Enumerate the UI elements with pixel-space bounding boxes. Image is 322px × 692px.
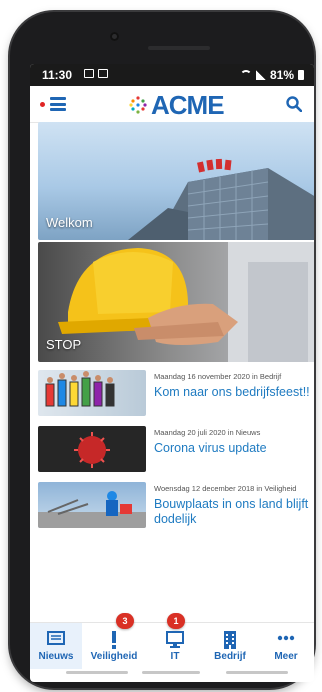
- virus-thumbnail: [38, 426, 146, 472]
- news-item[interactable]: Maandag 16 november 2020 in Bedrijf Kom …: [38, 370, 314, 420]
- logo-dots-icon: [129, 96, 147, 114]
- hero-title-stop: STOP: [46, 337, 82, 352]
- tab-label: Bedrijf: [214, 651, 246, 662]
- tab-nieuws[interactable]: Nieuws: [30, 623, 82, 669]
- tab-label: Meer: [274, 651, 298, 662]
- hero-card-stop[interactable]: STOP: [38, 242, 314, 362]
- more-icon: [277, 635, 295, 641]
- earpiece-speaker: [148, 46, 210, 50]
- news-title[interactable]: Bouwplaats in ons land blijft dodelijk: [154, 497, 314, 527]
- battery-percentage: 81%: [269, 68, 294, 82]
- news-title[interactable]: Kom naar ons bedrijfsfeest!!: [154, 385, 314, 400]
- tab-bedrijf[interactable]: Bedrijf: [202, 623, 258, 669]
- notification-dot: [40, 102, 45, 107]
- phone-top-bezel: [10, 12, 314, 60]
- phone-frame: 11:30 81% ACME Welkom STOP Maandag 16 no…: [10, 12, 314, 688]
- hero-card-welkom[interactable]: Welkom: [38, 122, 314, 240]
- news-item[interactable]: Maandag 20 juli 2020 in Nieuws Corona vi…: [38, 426, 314, 476]
- monitor-icon: [166, 631, 184, 648]
- news-item[interactable]: Woensdag 12 december 2018 in Veiligheid …: [38, 482, 314, 542]
- battery-icon: [298, 70, 304, 80]
- tab-it[interactable]: 1 IT: [147, 613, 203, 669]
- search-icon[interactable]: [286, 96, 302, 112]
- news-meta: Woensdag 12 december 2018 in Veiligheid: [154, 484, 297, 493]
- front-camera: [110, 32, 119, 41]
- tab-veiligheid[interactable]: 3 Veiligheid: [86, 613, 142, 669]
- notification-badge: 1: [167, 613, 185, 629]
- image-notification-icon: [84, 69, 94, 78]
- status-time: 11:30: [42, 68, 73, 82]
- app-header: ACME: [30, 86, 314, 123]
- tab-label: Nieuws: [38, 651, 74, 662]
- acme-logo: ACME: [128, 90, 225, 120]
- gesture-bar-left: [66, 671, 128, 674]
- signal-icon: [255, 70, 266, 80]
- hero-title-welkom: Welkom: [46, 215, 93, 230]
- news-title[interactable]: Corona virus update: [154, 441, 314, 456]
- tab-label: IT: [170, 651, 180, 662]
- gesture-bar-right: [226, 671, 288, 674]
- party-thumbnail: [38, 370, 146, 416]
- news-meta: Maandag 20 juli 2020 in Nieuws: [154, 428, 261, 437]
- notification-badge: 3: [116, 613, 134, 629]
- gesture-bar-center: [142, 671, 200, 674]
- mail-notification-icon: [98, 69, 108, 78]
- wifi-icon: [239, 70, 252, 80]
- app-screen: 11:30 81% ACME Welkom STOP Maandag 16 no…: [30, 64, 314, 682]
- exclamation-icon: [112, 631, 116, 649]
- logo-text: ACME: [151, 90, 225, 120]
- bottom-navigation: Nieuws 3 Veiligheid 1 IT Bedrijf Meer: [30, 613, 314, 669]
- construction-thumbnail: [38, 482, 146, 528]
- newspaper-icon: [47, 631, 65, 645]
- building-icon: [224, 631, 236, 649]
- tab-label: Veiligheid: [90, 651, 138, 662]
- hamburger-menu-icon[interactable]: [50, 97, 66, 111]
- tab-meer[interactable]: Meer: [258, 623, 314, 669]
- news-meta: Maandag 16 november 2020 in Bedrijf: [154, 372, 282, 381]
- status-bar: 11:30 81%: [30, 64, 314, 86]
